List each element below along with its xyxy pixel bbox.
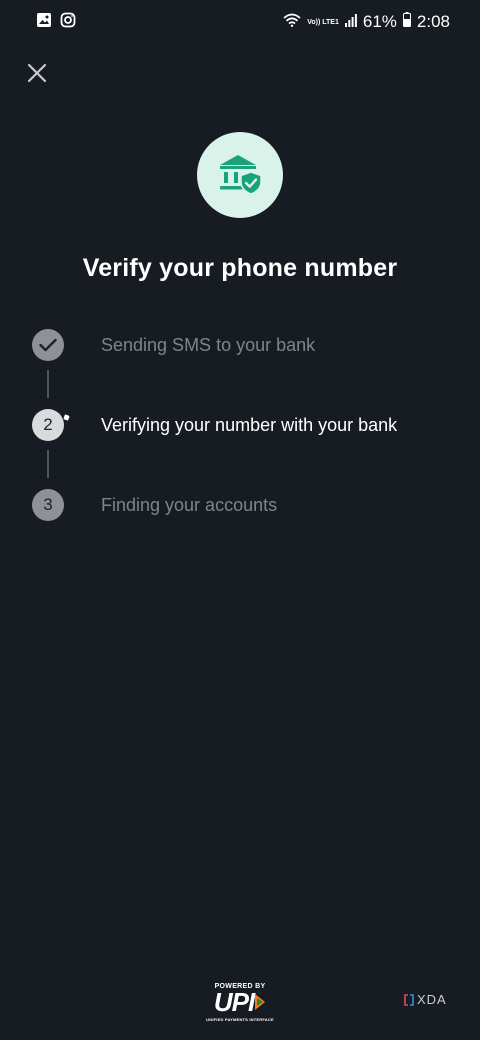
step-connector bbox=[47, 370, 49, 398]
bank-shield-icon bbox=[220, 155, 262, 195]
wifi-icon bbox=[283, 12, 301, 32]
upi-subtitle: UNIFIED PAYMENTS INTERFACE bbox=[206, 1017, 274, 1022]
upi-arrow-icon bbox=[255, 994, 266, 1010]
page-title: Verify your phone number bbox=[82, 254, 398, 282]
step-3-label: Finding your accounts bbox=[101, 494, 278, 515]
close-button[interactable] bbox=[22, 58, 52, 88]
step-2-indicator: 2 bbox=[32, 409, 64, 441]
status-bar-right: Vo)) LTE1 61% 2:08 bbox=[283, 12, 450, 32]
step-verifying-number: 2 Verifying your number with your bank bbox=[32, 408, 452, 442]
gallery-icon bbox=[36, 12, 52, 33]
step-2-label: Verifying your number with your bank bbox=[101, 414, 398, 435]
close-icon bbox=[27, 63, 47, 83]
status-bar-left bbox=[36, 12, 76, 33]
status-bar: Vo)) LTE1 61% 2:08 bbox=[0, 0, 480, 44]
battery-percent: 61% bbox=[362, 12, 397, 31]
step-sending-sms: Sending SMS to your bank bbox=[32, 328, 452, 362]
signal-icon bbox=[344, 12, 357, 32]
volte-indicator: Vo)) LTE1 bbox=[307, 18, 339, 26]
step-1-label: Sending SMS to your bank bbox=[101, 334, 316, 355]
bank-verification-badge bbox=[197, 132, 283, 218]
battery-icon bbox=[402, 12, 411, 32]
xda-watermark: XDA bbox=[404, 992, 447, 1007]
step-1-indicator bbox=[32, 329, 64, 361]
step-3-indicator: 3 bbox=[32, 489, 64, 521]
xda-bracket-icon bbox=[404, 993, 414, 1006]
xda-text: XDA bbox=[417, 992, 447, 1007]
step-connector bbox=[47, 450, 49, 478]
upi-logo: POWERED BY UPI UNIFIED PAYMENTS INTERFAC… bbox=[200, 983, 280, 1023]
upi-wordmark: UPI bbox=[213, 987, 255, 1017]
clock: 2:08 bbox=[416, 12, 450, 31]
check-icon bbox=[39, 338, 57, 352]
step-finding-accounts: 3 Finding your accounts bbox=[32, 488, 452, 522]
instagram-icon bbox=[60, 12, 76, 33]
